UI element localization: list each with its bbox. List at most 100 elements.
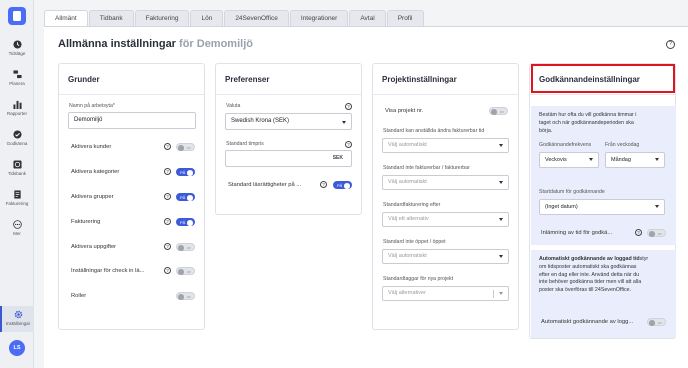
help-icon[interactable]: ?: [164, 218, 171, 225]
card-title: Projektinställningar: [382, 75, 457, 84]
row-label: Inlämning av tid för godkä...: [541, 230, 613, 236]
roller-toggle[interactable]: av: [176, 292, 195, 300]
field-label: Standard kan anställda ändra fakturerbar…: [383, 128, 485, 134]
clock-icon: [12, 40, 22, 49]
hourly-rate-input[interactable]: SEK: [225, 150, 352, 167]
highlight-box: [531, 64, 675, 93]
chevron-down-icon: [655, 158, 659, 161]
app-logo[interactable]: [8, 7, 26, 25]
aktivera-uppgifter-toggle[interactable]: av: [176, 243, 195, 251]
sidebar-item-label: Inställningar: [5, 321, 31, 326]
tab-tidbank[interactable]: Tidbank: [88, 10, 134, 26]
aktivera-kategorier-toggle[interactable]: PÅ: [176, 168, 195, 176]
chevron-down-icon: [499, 181, 503, 184]
sidebar-item-tidsbank[interactable]: Tidsbank: [0, 160, 34, 184]
currency-label: Valuta: [226, 103, 241, 109]
currency-select[interactable]: Swedish Krona (SEK): [225, 113, 352, 130]
help-icon[interactable]: ?: [164, 243, 171, 250]
weekday-select[interactable]: Måndag: [605, 152, 665, 168]
tab-24sevenoffice[interactable]: 24SevenOffice: [224, 10, 289, 26]
help-icon[interactable]: ?: [164, 143, 171, 150]
tab-allmant[interactable]: Allmänt: [44, 10, 88, 27]
card-title: Grunder: [68, 75, 100, 84]
logo-document-icon: [13, 11, 21, 21]
chevron-down-icon: [342, 121, 346, 124]
approval-description: Bestäm hur ofta du vill godkänna timmar …: [539, 112, 637, 134]
page-title-text: Allmänna inställningar: [58, 38, 176, 50]
sidebar-item-label: Mer: [13, 231, 21, 236]
select-default-tags[interactable]: Välj alternativer: [382, 286, 509, 301]
time-bank-icon: [12, 160, 22, 169]
help-icon[interactable]: ?: [164, 193, 171, 200]
sidebar: Tidsläge Planera Rapporter Godkänna Tids…: [0, 0, 34, 368]
read-permissions-toggle[interactable]: PÅ: [333, 181, 352, 189]
auto-approval-toggle[interactable]: av: [647, 318, 666, 326]
gear-icon: [14, 310, 22, 319]
row-label: Aktivera grupper: [71, 194, 114, 200]
chevron-down-icon: [655, 205, 659, 208]
tab-profil[interactable]: Profil: [386, 10, 424, 26]
select-open[interactable]: Välj automatiskt: [382, 249, 509, 264]
workplace-name-input[interactable]: Demomiljö: [68, 112, 196, 129]
sidebar-item-tidslage[interactable]: Tidsläge: [0, 40, 34, 64]
help-icon[interactable]: ?: [345, 103, 352, 110]
row-label: Automatiskt godkännande av logg...: [541, 319, 634, 325]
from-day-label: Från veckodag: [605, 142, 640, 148]
row-label: Inställningar för check in lä...: [71, 268, 145, 274]
start-date-select[interactable]: (Inget datum): [539, 199, 665, 215]
sidebar-item-installningar[interactable]: Inställningar: [0, 306, 34, 332]
help-icon[interactable]: ?: [164, 267, 171, 274]
frequency-select[interactable]: Veckovis: [539, 152, 599, 168]
tab-avtal[interactable]: Avtal: [349, 10, 386, 26]
divider: [373, 94, 518, 95]
show-project-nr-toggle[interactable]: av: [489, 107, 508, 115]
field-label: Standard inte öppet / öppet: [383, 239, 446, 245]
chevron-down-icon: [499, 218, 503, 221]
aktivera-kunder-toggle[interactable]: av: [176, 143, 195, 151]
sidebar-item-godkanna[interactable]: Godkänna: [0, 130, 34, 154]
aktivera-grupper-toggle[interactable]: PÅ: [176, 193, 195, 201]
sidebar-item-label: Planera: [9, 81, 25, 86]
tab-integrationer[interactable]: Integrationer: [289, 10, 349, 26]
frequency-label: Godkännandefrekvens: [539, 142, 592, 148]
divider: [216, 94, 361, 95]
row-label: Aktivera uppgifter: [71, 244, 117, 250]
start-date-label: Startdatum för godkännande: [539, 189, 605, 195]
help-icon[interactable]: ?: [320, 181, 327, 188]
tab-fakturering[interactable]: Fakturering: [134, 10, 190, 26]
check-in-toggle[interactable]: av: [176, 267, 195, 275]
sidebar-item-planera[interactable]: Planera: [0, 70, 34, 94]
help-icon[interactable]: ?: [164, 168, 171, 175]
rate-label: Standard timpris: [226, 141, 264, 147]
help-icon[interactable]: ?: [666, 40, 675, 49]
card-title: Preferenser: [225, 75, 270, 84]
sidebar-item-rapporter[interactable]: Rapporter: [0, 100, 34, 124]
help-icon[interactable]: ?: [345, 141, 352, 148]
invoice-icon: [13, 190, 21, 199]
row-label: Fakturering: [71, 219, 101, 225]
field-label: Standardtaggar för nya projekt: [383, 276, 454, 282]
workplace-label: Namn på arbetsyta*: [69, 103, 115, 109]
select-billable[interactable]: Välj automatiskt: [382, 175, 509, 190]
submit-time-toggle[interactable]: av: [647, 229, 666, 237]
field-label: Standard inte fakturerbar / fakturerbar: [383, 165, 470, 171]
more-icon: [12, 220, 22, 229]
row-label: Visa projekt nr.: [385, 108, 424, 114]
chevron-down-icon: [499, 255, 503, 258]
projekt-card: Projektinställningar Visa projekt nr. av…: [372, 63, 519, 330]
approval-frequency-section: Bestäm hur ofta du vill godkänna timmar …: [531, 106, 676, 245]
sidebar-item-fakturering[interactable]: Fakturering: [0, 190, 34, 214]
help-icon[interactable]: ?: [635, 229, 642, 236]
tab-lon[interactable]: Lön: [190, 10, 224, 26]
row-label: Aktivera kategorier: [71, 169, 120, 175]
sidebar-item-label: Tidsbank: [7, 171, 27, 176]
select-billing-after[interactable]: Välj ett alternativ: [382, 212, 509, 227]
chevron-down-icon: [499, 144, 503, 147]
chevron-down-icon: [589, 158, 593, 161]
fakturering-toggle[interactable]: PÅ: [176, 218, 195, 226]
sidebar-item-mer[interactable]: Mer: [0, 220, 34, 244]
select-edit-billable[interactable]: Välj automatiskt: [382, 138, 509, 153]
sidebar-item-label: Tidsläge: [8, 51, 26, 56]
sidebar-item-label: Godkänna: [6, 141, 28, 146]
avatar[interactable]: LS: [9, 340, 25, 356]
